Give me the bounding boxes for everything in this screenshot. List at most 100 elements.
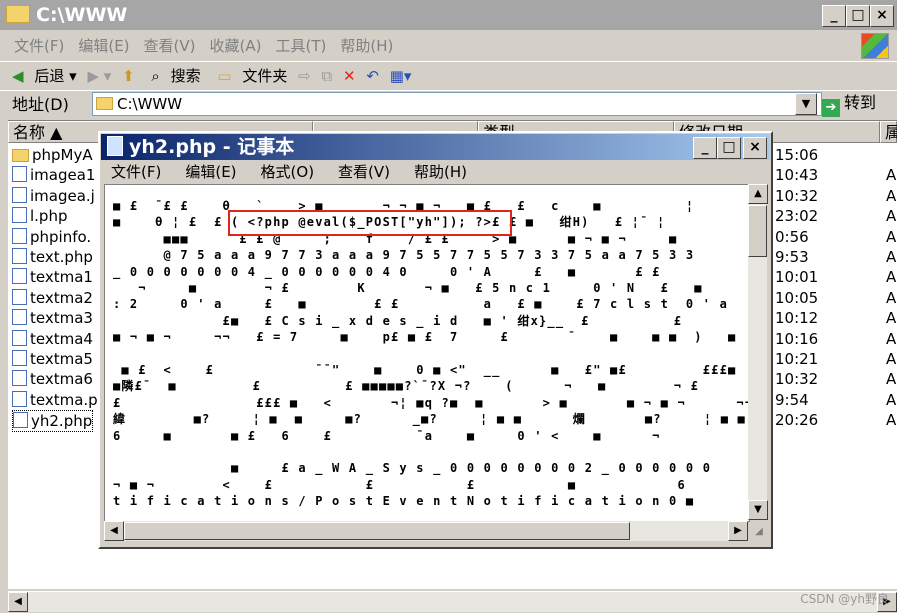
text-line: £ £££ ■ < ¬¦ ■q ?■ ■ > ■ ■ ¬ ■ ¬ ¬¬ £? 7 — [113, 395, 749, 410]
file-list-item[interactable]: yh2.php — [12, 410, 94, 433]
menu-view[interactable]: 查看(V) — [144, 37, 196, 55]
notepad-menu-edit[interactable]: 编辑(E) — [185, 163, 236, 181]
close-button[interactable]: × — [870, 5, 894, 27]
maximize-button[interactable]: □ — [846, 5, 870, 27]
file-attribute: A — [886, 268, 897, 287]
scroll-up-button[interactable]: ▲ — [748, 184, 768, 204]
file-list-item[interactable]: textma3 — [12, 308, 93, 328]
file-list-item[interactable]: textma5 — [12, 349, 93, 369]
notepad-menu-format[interactable]: 格式(O) — [261, 163, 315, 181]
file-modified-time: 10:43 — [775, 166, 819, 185]
folder-icon: ▭ — [217, 67, 232, 85]
address-input[interactable]: C:\WWW — [92, 92, 822, 116]
go-button[interactable]: ➔ 转到 — [822, 92, 876, 117]
file-modified-time: 10:21 — [775, 350, 819, 368]
copy-to-icon[interactable]: ⧉ — [322, 62, 333, 90]
file-list-item[interactable]: textma6 — [12, 369, 93, 389]
php-file-icon — [12, 166, 27, 183]
undo-icon[interactable]: ↶ — [366, 62, 379, 90]
minimize-button[interactable]: _ — [822, 5, 846, 27]
file-list-item[interactable]: textma2 — [12, 288, 93, 308]
notepad-title-bar[interactable]: yh2.php - 记事本 — [101, 134, 770, 160]
explorer-title: C:\WWW — [36, 4, 128, 26]
scroll-right-button[interactable]: ▶ — [728, 521, 748, 541]
watermark: CSDN @yh野良 — [800, 592, 889, 606]
file-list-item[interactable]: textma.p — [12, 390, 98, 410]
search-button[interactable]: ⌕ 搜索 — [145, 62, 200, 90]
menu-edit[interactable]: 编辑(E) — [78, 37, 129, 55]
file-name: l.php — [30, 207, 68, 226]
resize-grip-icon[interactable]: ◢ — [750, 523, 768, 541]
file-modified-time: 10:32 — [775, 186, 819, 205]
file-modified-time: 9:54 — [775, 390, 809, 409]
notepad-horizontal-scroll-thumb[interactable] — [124, 522, 630, 540]
file-modified-time: 9:53 — [775, 248, 809, 266]
column-header-attributes[interactable]: 属 — [880, 121, 897, 143]
text-line: ¬ ■ ¬ £ K ¬ ■ £ 5 n c 1 0 ' N £ ■ — [113, 281, 703, 295]
file-attribute: A — [886, 411, 897, 430]
scroll-left-button[interactable]: ◀ — [104, 521, 124, 541]
views-icon[interactable]: ▦▾ — [390, 62, 412, 90]
explorer-toolbar: ◀ 后退 ▾ ▶ ▾ ⬆ ⌕ 搜索 ▭ 文件夹 ⇨ ⧉ ✕ ↶ ▦▾ — [0, 61, 897, 90]
folder-icon — [6, 5, 30, 23]
menu-file[interactable]: 文件(F) — [14, 37, 64, 55]
folder-list-item[interactable]: phpMyA — [12, 145, 93, 165]
file-modified-time: 10:01 — [775, 268, 819, 287]
search-icon: ⌕ — [151, 67, 160, 85]
file-name: imagea.j — [30, 186, 95, 205]
file-name: phpinfo. — [30, 227, 92, 246]
menu-tools[interactable]: 工具(T) — [275, 37, 326, 55]
explorer-menu-bar: 文件(F) 编辑(E) 查看(V) 收藏(A) 工具(T) 帮助(H) — [0, 32, 897, 60]
notepad-menu-file[interactable]: 文件(F) — [111, 163, 161, 181]
move-to-icon[interactable]: ⇨ — [298, 62, 311, 90]
file-list-item[interactable]: phpinfo. — [12, 227, 91, 247]
file-name: textma4 — [30, 329, 93, 348]
up-folder-icon[interactable]: ⬆ — [122, 62, 135, 90]
back-button[interactable]: ◀ 后退 ▾ — [6, 62, 77, 90]
file-name: imagea1 — [30, 166, 96, 185]
file-attribute: A — [886, 186, 897, 205]
text-line: £■ £ C s i _ x d e s _ i d ■ ' 绀x}__ £ £ — [113, 313, 683, 328]
back-arrow-icon: ◀ — [12, 67, 24, 85]
notepad-maximize-button[interactable]: □ — [717, 137, 741, 159]
notepad-menu-view[interactable]: 查看(V) — [338, 163, 390, 181]
scroll-left-button[interactable]: ◀ — [8, 592, 28, 612]
forward-button[interactable]: ▶ ▾ — [87, 62, 111, 90]
text-line: 6 ■ ■ £ 6 £ ¯a ■ 0 ' < ■ ¬ — [113, 428, 661, 443]
file-name: textma6 — [30, 370, 93, 389]
notepad-vertical-scroll-thumb[interactable] — [748, 205, 767, 257]
folder-icon — [12, 149, 29, 162]
php-file-icon — [12, 370, 27, 387]
file-list-item[interactable]: textma1 — [12, 267, 93, 287]
file-list-item[interactable]: text.php — [12, 247, 93, 267]
delete-icon[interactable]: ✕ — [343, 62, 356, 90]
notepad-close-button[interactable]: × — [743, 137, 767, 159]
file-list-item[interactable]: imagea1 — [12, 165, 95, 185]
text-line: ■ ¬ ■ ¬ ¬¬ £ = 7 ■ p£ ■ £ 7 £ ¯ ■ ■ ■ ) … — [113, 330, 737, 345]
file-list-item[interactable]: l.php — [12, 206, 68, 226]
menu-favorites[interactable]: 收藏(A) — [210, 37, 262, 55]
menu-help[interactable]: 帮助(H) — [340, 37, 393, 55]
file-list-item[interactable]: textma4 — [12, 329, 93, 349]
file-attribute: A — [886, 207, 897, 226]
file-modified-time: 10:12 — [775, 309, 819, 328]
notepad-menu-help[interactable]: 帮助(H) — [414, 163, 467, 181]
text-line: t i f i c a t i o n s / P o s t E v e n … — [113, 494, 695, 509]
folders-button[interactable]: ▭ 文件夹 — [211, 62, 287, 90]
php-file-icon — [12, 186, 27, 203]
explorer-title-bar[interactable]: C:\WWW — [0, 0, 897, 30]
notepad-minimize-button[interactable]: _ — [693, 137, 717, 159]
file-list-item[interactable]: imagea.j — [12, 186, 95, 206]
php-file-icon — [12, 207, 27, 224]
file-modified-time: 23:02 — [775, 207, 819, 226]
address-dropdown-button[interactable]: ▼ — [795, 93, 817, 115]
scroll-down-button[interactable]: ▼ — [748, 500, 768, 520]
file-modified-time: 20:26 — [775, 411, 819, 430]
notepad-icon — [107, 136, 123, 156]
php-file-icon — [12, 248, 27, 264]
file-name: textma3 — [30, 309, 93, 328]
file-name: phpMyA — [32, 146, 93, 164]
explorer-horizontal-scrollbar[interactable]: ◀ ▶ — [8, 591, 897, 612]
php-file-icon — [12, 227, 27, 244]
file-attribute: A — [886, 288, 897, 307]
